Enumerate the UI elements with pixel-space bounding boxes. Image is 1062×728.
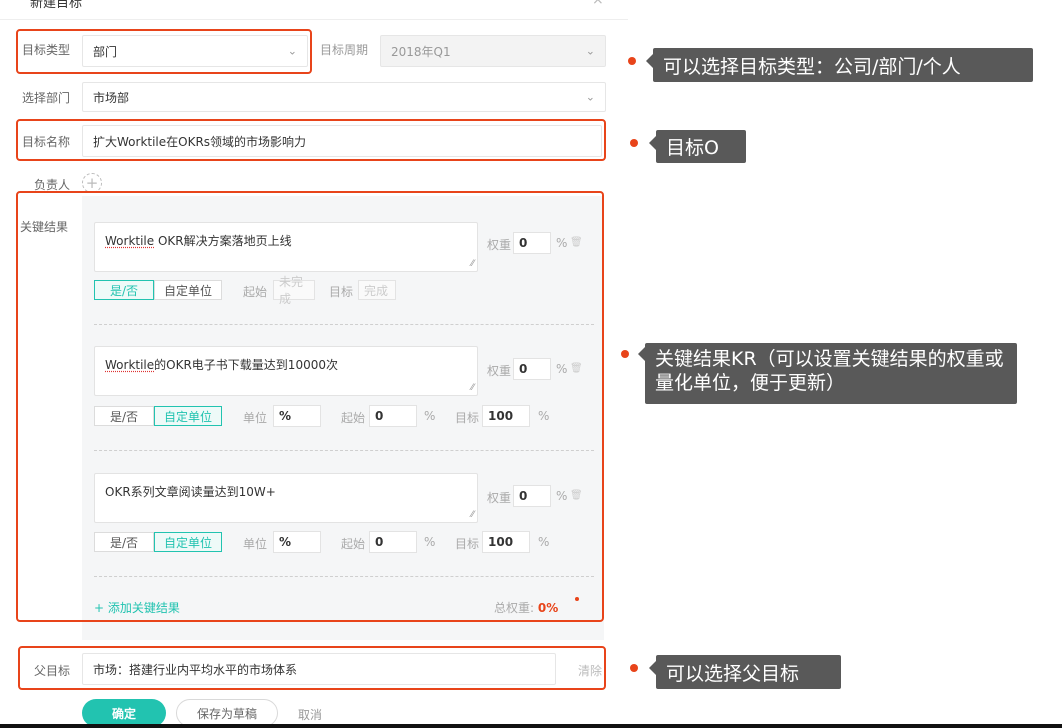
bottom-edge (0, 724, 1062, 728)
save-draft-button[interactable]: 保存为草稿 (176, 699, 278, 727)
dept-select[interactable]: 市场部 ⌄ (82, 82, 606, 112)
dept-label: 选择部门 (22, 91, 71, 105)
callout-pointer (649, 136, 656, 150)
annotation-box-parent (18, 646, 606, 690)
callout-parent: 可以选择父目标 (656, 655, 841, 689)
confirm-button[interactable]: 确定 (82, 699, 166, 727)
cancel-button[interactable]: 取消 (298, 706, 322, 723)
cycle-label: 目标周期 (320, 43, 369, 57)
annotation-box-objective (16, 119, 606, 161)
callout-pointer (638, 347, 645, 361)
annotation-box-type (16, 29, 312, 74)
title-divider (0, 19, 628, 20)
close-icon[interactable]: × (592, 0, 604, 8)
callout-kr: 关键结果KR（可以设置关键结果的权重或量化单位，便于更新） (645, 343, 1017, 404)
callout-pointer (646, 54, 653, 68)
add-owner-icon[interactable]: + (82, 173, 102, 193)
chevron-down-icon: ⌄ (585, 90, 595, 104)
callout-dot (630, 664, 638, 672)
chevron-down-icon: ⌄ (585, 44, 595, 58)
callout-objective: 目标O (656, 130, 746, 163)
callout-dot (621, 350, 629, 358)
callout-dot (630, 139, 638, 147)
callout-dot (628, 57, 636, 65)
callout-type: 可以选择目标类型：公司/部门/个人 (653, 48, 1033, 82)
cycle-select[interactable]: 2018年Q1 ⌄ (380, 35, 606, 67)
callout-pointer (649, 661, 656, 675)
dialog-title: 新建目标 (30, 0, 83, 11)
dept-value: 市场部 (93, 90, 130, 105)
annotation-box-kr (16, 191, 604, 622)
cycle-value: 2018年Q1 (391, 44, 451, 59)
